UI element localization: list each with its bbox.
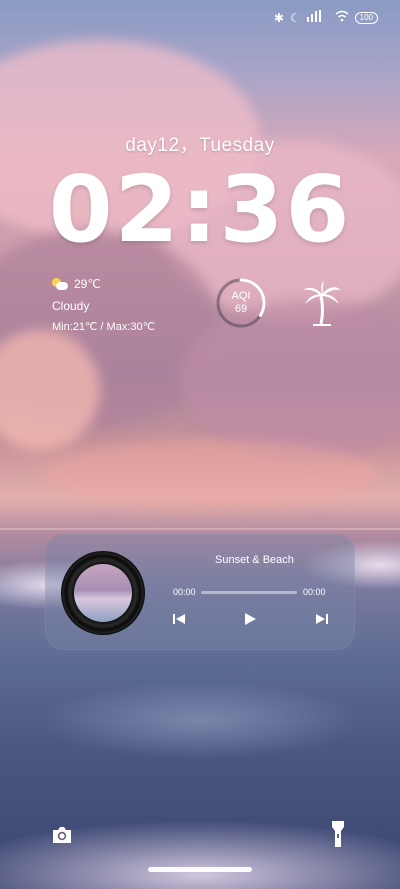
- date-label: day12，Tuesday: [125, 135, 275, 156]
- temperature: 29℃: [74, 277, 101, 291]
- progress-bar[interactable]: [201, 591, 297, 594]
- flashlight-icon[interactable]: [331, 820, 345, 848]
- palm-tree-icon: [302, 280, 342, 328]
- status-bar: ✱ ☾ 100: [274, 10, 378, 25]
- aqi-widget[interactable]: AQI 69: [215, 277, 267, 329]
- weather-widget[interactable]: 29℃ Cloudy Min:21℃ / Max:30℃: [52, 277, 155, 333]
- battery-indicator: 100: [354, 11, 378, 24]
- moon-icon: ☾: [289, 10, 301, 25]
- total-time: 00:00: [303, 587, 326, 597]
- album-disc: [61, 551, 145, 635]
- song-title: Sunset & Beach: [215, 554, 294, 566]
- clock-time: 02:36: [48, 156, 352, 263]
- wifi-icon: [335, 10, 349, 25]
- partly-cloudy-icon: [52, 278, 68, 290]
- previous-icon[interactable]: [170, 610, 188, 628]
- signal-icon: [306, 10, 329, 25]
- home-indicator[interactable]: [148, 867, 252, 872]
- bluetooth-icon: ✱: [273, 10, 284, 25]
- weather-condition: Cloudy: [52, 299, 90, 313]
- camera-icon[interactable]: [51, 826, 73, 844]
- aqi-label: AQI: [231, 290, 251, 302]
- play-icon[interactable]: [241, 610, 259, 628]
- elapsed-time: 00:00: [173, 587, 196, 597]
- min-max-temperature: Min:21℃ / Max:30℃: [52, 321, 155, 333]
- aqi-value: 69: [234, 303, 248, 315]
- next-icon[interactable]: [313, 610, 331, 628]
- music-player[interactable]: Sunset & Beach 00:00 00:00: [45, 534, 355, 650]
